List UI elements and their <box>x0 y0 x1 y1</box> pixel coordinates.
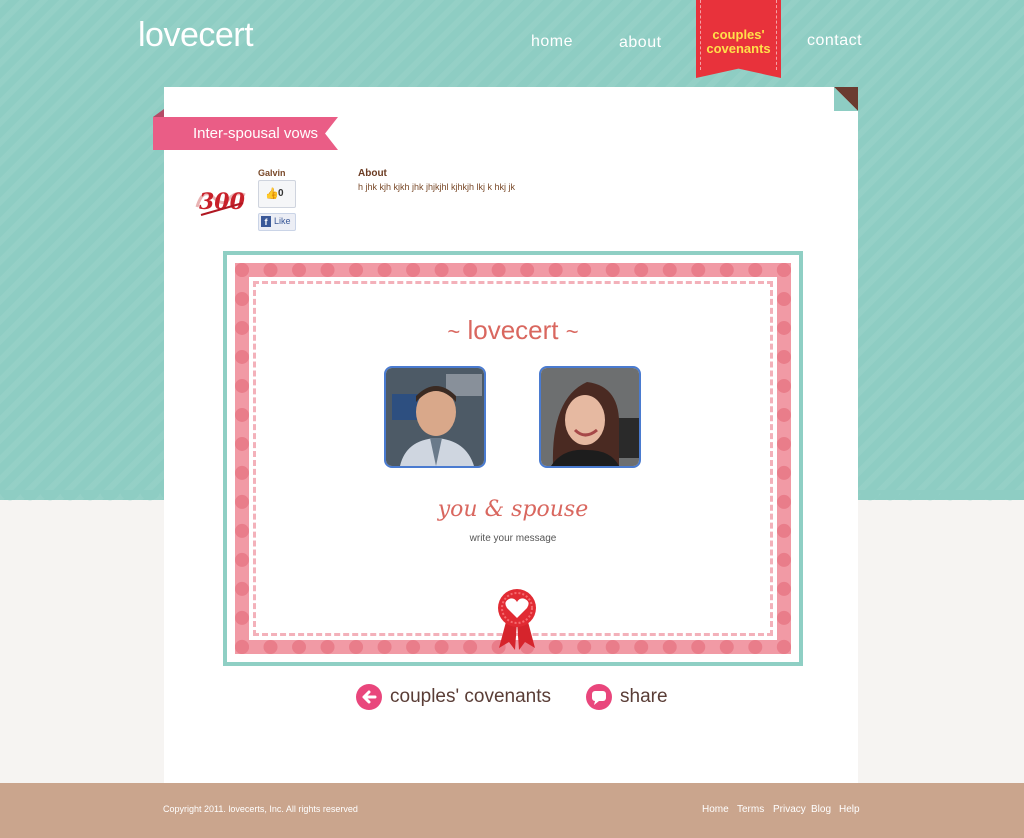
swirl-right-icon: ~ <box>565 319 579 344</box>
footer: Copyright 2011. lovecerts, Inc. All righ… <box>0 783 1024 838</box>
nav-about[interactable]: about <box>619 34 662 52</box>
certificate-logo: ~ lovecert ~ <box>227 315 799 346</box>
facebook-like-label: Like <box>274 216 291 226</box>
couples-covenants-back-label: couples' covenants <box>390 686 552 707</box>
about-text: h jhk kjh kjkh jhk jhjkjhl kjhkjh lkj k … <box>358 182 516 192</box>
user-name[interactable]: Galvin <box>258 168 286 178</box>
share-label: share <box>620 686 668 707</box>
nav-home[interactable]: home <box>531 33 573 51</box>
page-title-tag: Inter-spousal vows <box>153 117 338 150</box>
thumbs-up-icon: 👍 <box>265 188 279 200</box>
heart-seal-icon <box>498 589 536 650</box>
partner-1-image <box>386 368 484 466</box>
facebook-like-button[interactable]: f Like <box>258 213 296 231</box>
footer-link-privacy[interactable]: Privacy <box>773 804 806 815</box>
arrow-left-icon <box>356 684 382 710</box>
content-card: Inter-spousal vows 300 Galvin 👍 0 f Like… <box>153 87 858 784</box>
facebook-icon: f <box>261 216 271 227</box>
message-field[interactable]: write your message <box>227 533 799 544</box>
footer-link-blog[interactable]: Blog <box>811 804 831 815</box>
ribbon-line-1: couples' <box>712 27 765 42</box>
copyright-text: Copyright 2011. lovecerts, Inc. All righ… <box>163 804 358 814</box>
site-logo[interactable]: lovecert <box>138 16 254 55</box>
certificate-logo-text: lovecert <box>467 315 559 345</box>
footer-link-home[interactable]: Home <box>702 804 729 815</box>
nav-couples-covenants[interactable]: couples' covenants <box>696 0 781 78</box>
title-tag-fold <box>153 109 164 117</box>
partner-1-photo[interactable] <box>384 366 486 468</box>
like-counter[interactable]: 👍 0 <box>258 180 296 208</box>
nav-couples-covenants-label: couples' covenants <box>696 28 781 56</box>
corner-fold-shadow <box>834 87 858 111</box>
ribbon-line-2: covenants <box>706 41 771 56</box>
page-title: Inter-spousal vows <box>193 125 319 142</box>
avatar[interactable]: 300 <box>193 177 249 225</box>
avatar-image: 300 <box>193 177 249 225</box>
partner-2-photo[interactable] <box>539 366 641 468</box>
footer-link-help[interactable]: Help <box>839 804 860 815</box>
avatar-text: 300 <box>199 189 246 215</box>
couple-names[interactable]: you & spouse <box>227 497 799 522</box>
swirl-left-icon: ~ <box>447 319 461 344</box>
like-count: 0 <box>278 188 284 199</box>
footer-link-terms[interactable]: Terms <box>737 804 764 815</box>
chat-bubble-icon <box>586 684 612 710</box>
nav-contact[interactable]: contact <box>807 32 862 50</box>
certificate: ~ lovecert ~ you & spouse write your mes… <box>223 251 803 666</box>
about-heading: About <box>358 168 387 179</box>
partner-2-image <box>541 368 639 466</box>
